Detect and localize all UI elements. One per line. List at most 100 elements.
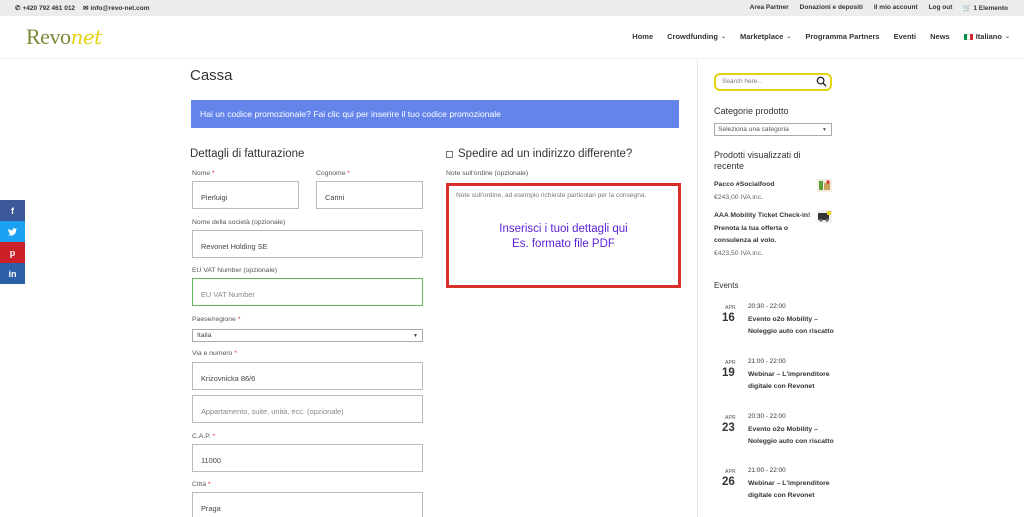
page-title: Cassa bbox=[190, 67, 233, 84]
notes-annotation-line2: Es. formato file PDF bbox=[512, 238, 615, 250]
chevron-down-icon: ▼ bbox=[822, 127, 827, 133]
italy-flag-icon bbox=[963, 33, 973, 40]
event-time: 21:00 - 22:00 bbox=[748, 358, 786, 365]
ship-different-address[interactable]: Spedire ad un indirizzo differente? bbox=[446, 148, 632, 160]
phone-number: +420 792 461 012 bbox=[22, 4, 76, 12]
nav-programma-label: Programma Partners bbox=[805, 32, 880, 41]
linkedin-icon[interactable]: in bbox=[0, 263, 25, 284]
donazioni-link[interactable]: Donazioni e depositi bbox=[800, 4, 863, 12]
nome-label-text: Nome bbox=[192, 170, 211, 177]
product-thumbnail[interactable] bbox=[817, 179, 832, 192]
event-title-link[interactable]: Evento o2o Mobility – Noleggio auto con … bbox=[748, 314, 838, 337]
promo-code-notice[interactable]: Hai un codice promozionale? Fai clic qui… bbox=[191, 100, 679, 128]
cognome-field[interactable]: Carini bbox=[316, 181, 423, 209]
billing-title: Dettagli di fatturazione bbox=[190, 148, 305, 160]
required-mark: * bbox=[234, 350, 237, 357]
nav-eventi[interactable]: Eventi bbox=[894, 32, 917, 41]
event-time: 21:00 - 22:00 bbox=[748, 467, 786, 474]
social-share-bar: f p in bbox=[0, 200, 25, 284]
event-time: 20:30 - 22:00 bbox=[748, 303, 786, 310]
phone-contact[interactable]: ✆ +420 792 461 012 bbox=[15, 4, 76, 13]
ship-checkbox-label: Spedire ad un indirizzo differente? bbox=[458, 148, 633, 160]
nav-language-label: Italiano bbox=[975, 32, 1002, 41]
product-thumbnail[interactable] bbox=[817, 210, 832, 223]
recent-product-item: AAA Mobility Ticket Check-in! Prenota la… bbox=[714, 210, 832, 260]
email-icon: ✉ bbox=[83, 5, 89, 12]
event-month: APR bbox=[725, 415, 736, 421]
paese-label: Paese/regione * bbox=[192, 316, 240, 323]
cap-label: C.A.P. * bbox=[192, 433, 215, 440]
via-label: Via e numero * bbox=[192, 350, 237, 357]
vat-field[interactable]: EU VAT Number bbox=[192, 278, 423, 306]
logo[interactable]: Revo net bbox=[26, 24, 102, 50]
nav-news[interactable]: News bbox=[930, 32, 950, 41]
event-title-link[interactable]: Webinar – L'imprenditore digitale con Re… bbox=[748, 478, 838, 501]
cart-link[interactable]: 🛒 1 Elemento bbox=[963, 4, 1008, 12]
product-name-link[interactable]: AAA Mobility Ticket Check-in! Prenota la… bbox=[714, 210, 814, 248]
order-notes-textarea[interactable]: Note sull'ordine, ad esempio richieste p… bbox=[446, 183, 681, 288]
societa-label: Nome della società (opzionale) bbox=[192, 219, 286, 226]
my-account-link[interactable]: Il mio account bbox=[874, 4, 918, 12]
chevron-down-icon: ⌄ bbox=[1004, 34, 1010, 40]
cart-count: 1 Elemento bbox=[973, 5, 1008, 12]
nav-home-label: Home bbox=[632, 32, 654, 41]
cognome-label: Cognome * bbox=[316, 170, 350, 177]
nav-marketplace-label: Marketplace bbox=[740, 32, 784, 41]
event-time: 20:30 - 22:00 bbox=[748, 413, 786, 420]
required-mark: * bbox=[207, 481, 211, 488]
events-title: Events bbox=[714, 281, 739, 290]
main-header: Revo net Home Crowdfunding ⌄ Marketplace ⌄… bbox=[0, 16, 1024, 59]
event-month: APR bbox=[725, 469, 736, 475]
notes-annotation: Inserisci i tuoi dettagli qui Es. format… bbox=[449, 222, 678, 252]
nav-programma-partners[interactable]: Programma Partners bbox=[805, 32, 879, 41]
paese-selected-value: Italia bbox=[197, 332, 212, 339]
categorie-title: Categorie prodotto bbox=[714, 106, 789, 116]
event-title-link[interactable]: Webinar – L'imprenditore digitale con Re… bbox=[748, 369, 838, 392]
email-contact[interactable]: ✉ info@revo-net.com bbox=[83, 4, 150, 13]
search-input[interactable]: Search here.. bbox=[714, 73, 832, 91]
nav-home[interactable]: Home bbox=[632, 32, 653, 41]
recent-product-item: Pacco #Socialfood €243,00 IVA inc. bbox=[714, 179, 832, 204]
logout-link[interactable]: Log out bbox=[929, 4, 953, 12]
facebook-icon[interactable]: f bbox=[0, 200, 25, 221]
nav-crowdfunding-label: Crowdfunding bbox=[667, 32, 718, 41]
cart-icon: 🛒 bbox=[963, 5, 972, 12]
required-mark: * bbox=[347, 170, 351, 177]
nav-news-label: News bbox=[930, 32, 950, 41]
citta-label-text: Città bbox=[192, 481, 206, 488]
logo-part2: net bbox=[70, 25, 102, 49]
twitter-icon[interactable] bbox=[0, 221, 25, 242]
search-icon[interactable] bbox=[816, 76, 827, 87]
nav-language[interactable]: Italiano ⌄ bbox=[963, 32, 1010, 41]
product-name-link[interactable]: Pacco #Socialfood bbox=[714, 179, 814, 192]
event-day: 26 bbox=[722, 476, 735, 488]
nav-marketplace[interactable]: Marketplace ⌄ bbox=[740, 32, 791, 41]
event-month: APR bbox=[725, 305, 736, 311]
event-day: 16 bbox=[722, 312, 735, 324]
categorie-selected: Seleziona una categoria bbox=[718, 126, 789, 133]
societa-field[interactable]: Revonet Holding SE bbox=[192, 230, 423, 258]
required-mark: * bbox=[212, 433, 216, 440]
via-field[interactable]: Krizovnicka 86/6 bbox=[192, 362, 423, 390]
area-partner-link[interactable]: Area Partner bbox=[750, 4, 789, 12]
top-links: Area Partner Donazioni e depositi Il mio… bbox=[750, 4, 1008, 12]
sidebar-divider bbox=[697, 60, 698, 517]
pinterest-icon[interactable]: p bbox=[0, 242, 25, 263]
ship-checkbox[interactable] bbox=[446, 150, 453, 158]
nav-crowdfunding[interactable]: Crowdfunding ⌄ bbox=[667, 32, 726, 41]
nome-field[interactable]: Pierluigi bbox=[192, 181, 299, 209]
citta-label: Città * bbox=[192, 481, 211, 488]
categorie-select[interactable]: Seleziona una categoria ▼ bbox=[714, 123, 832, 136]
paese-select[interactable]: Italia ▼ bbox=[192, 329, 423, 342]
phone-icon: ✆ bbox=[15, 5, 21, 12]
event-title-link[interactable]: Evento o2o Mobility – Noleggio auto con … bbox=[748, 424, 838, 447]
citta-field[interactable]: Praga bbox=[192, 492, 423, 517]
notes-label: Note sull'ordine (opzionale) bbox=[446, 170, 529, 177]
appartamento-field[interactable]: Appartamento, suite, unità, ecc. (opzion… bbox=[192, 395, 423, 423]
chevron-down-icon: ⌄ bbox=[720, 34, 726, 40]
product-price: €423,50 IVA inc. bbox=[714, 249, 763, 257]
notes-annotation-line1: Inserisci i tuoi dettagli qui bbox=[499, 223, 628, 235]
event-day: 23 bbox=[722, 422, 735, 434]
cap-field[interactable]: 11000 bbox=[192, 444, 423, 472]
product-price: €243,00 IVA inc. bbox=[714, 193, 763, 201]
